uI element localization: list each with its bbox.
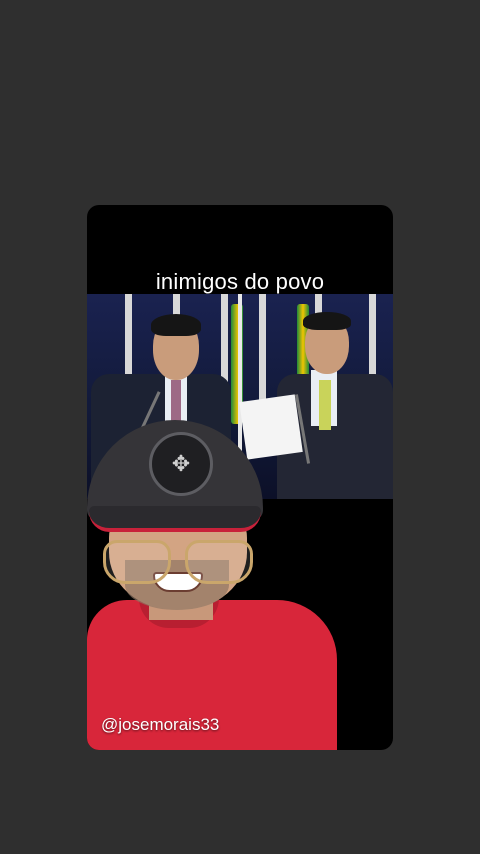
glasses-lens xyxy=(103,540,171,584)
baseball-cap: ✥ xyxy=(87,420,263,520)
story-caption: inimigos do povo xyxy=(155,269,325,294)
hair xyxy=(151,314,201,336)
cap-brim xyxy=(89,506,261,532)
compass-emblem-icon: ✥ xyxy=(149,432,213,496)
story-screen: inimigos do povo ✥ @josemorais33 xyxy=(0,0,480,854)
story-card[interactable]: inimigos do povo ✥ @josemorais33 xyxy=(87,205,393,750)
presenter-overlay: ✥ xyxy=(87,420,393,750)
hair xyxy=(303,312,351,330)
glasses xyxy=(103,540,253,584)
glasses-lens xyxy=(185,540,253,584)
creator-handle[interactable]: @josemorais33 xyxy=(101,715,219,735)
tie xyxy=(171,380,181,424)
pillar xyxy=(259,294,266,414)
